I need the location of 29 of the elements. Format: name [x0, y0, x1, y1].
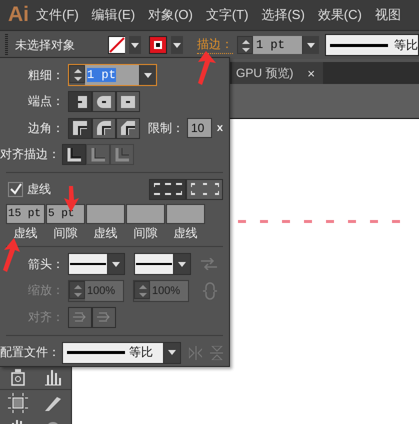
- menu-item[interactable]: 文字(T): [206, 6, 256, 24]
- limit-label: 限制：: [148, 120, 184, 137]
- arrowheads-label: 箭头：: [27, 256, 65, 273]
- weight-label: 粗细：: [27, 66, 65, 84]
- menu-item[interactable]: 对象(O): [148, 6, 200, 24]
- dash-field-label: 虚线: [14, 224, 38, 242]
- corner-label: 边角：: [27, 120, 65, 137]
- align-stroke-label: 对齐描边：: [0, 146, 61, 164]
- profile-label: 配置文件：: [0, 344, 61, 362]
- dash-field-label: 虚线: [174, 224, 198, 242]
- limit-unit: x: [216, 122, 223, 134]
- selection-label: 未选择对象: [14, 36, 76, 54]
- profile-dropdown[interactable]: 等比: [62, 342, 181, 364]
- dash-field-label: 间隙: [54, 224, 78, 242]
- menu-item[interactable]: 视图: [374, 6, 413, 24]
- limit-field[interactable]: 10: [187, 118, 212, 138]
- dash-field-label: 间隙: [134, 224, 158, 242]
- dash-field[interactable]: 15 pt: [6, 204, 45, 224]
- profile-dropdown[interactable]: 等比: [324, 34, 419, 56]
- document-tab[interactable]: GPU 预览) ×: [232, 62, 323, 84]
- dashed-label: 虚线: [27, 180, 51, 198]
- close-button[interactable]: ×: [307, 66, 315, 80]
- menu-item[interactable]: 编辑(E): [92, 6, 142, 24]
- menu-item[interactable]: 效果(C): [318, 6, 369, 24]
- menu-item[interactable]: 选择(S): [261, 6, 312, 24]
- dash-field-label: 虚线: [94, 224, 118, 242]
- weight-field[interactable]: 1 pt: [68, 64, 157, 86]
- menu-item[interactable]: 文件(F): [36, 6, 86, 24]
- cap-label: 端点：: [27, 93, 65, 110]
